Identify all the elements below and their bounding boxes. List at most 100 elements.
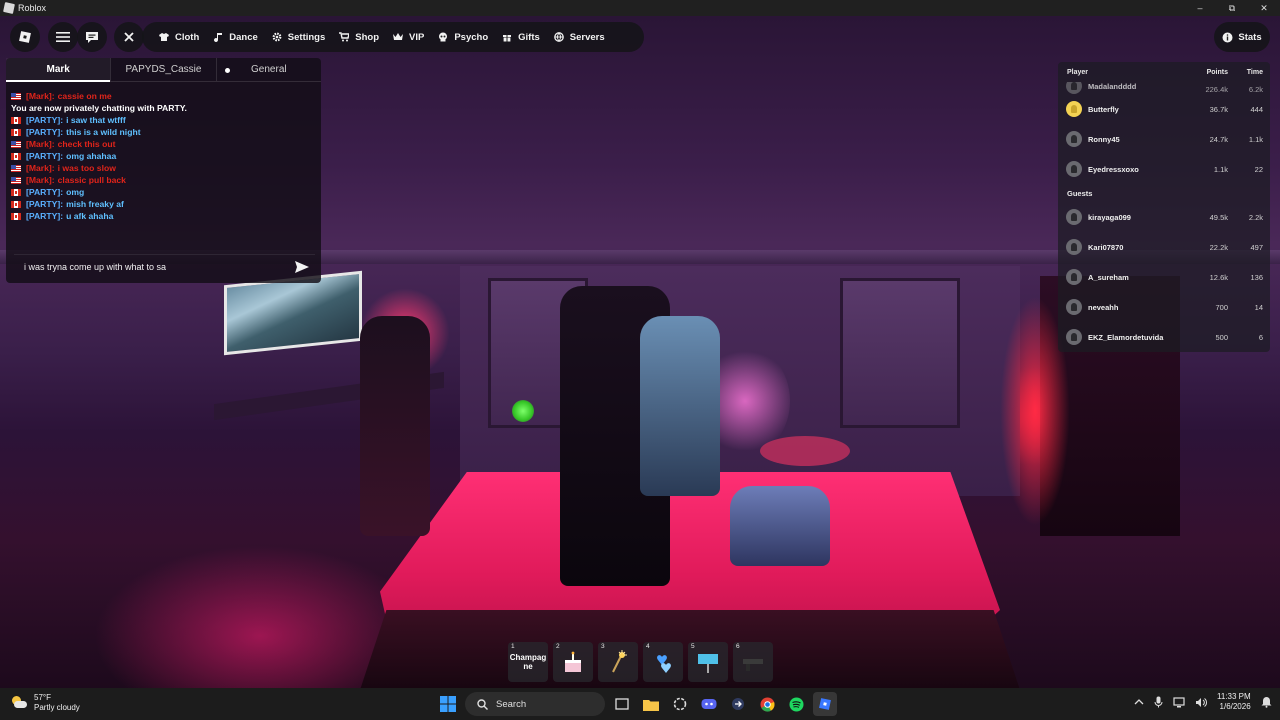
message-text: u afk ahaha: [66, 211, 114, 221]
message-text: cassie on me: [57, 91, 112, 101]
menu-gifts-button[interactable]: Gifts: [495, 22, 547, 52]
hotbar-slot-1[interactable]: 1 Champag ne: [508, 642, 548, 682]
message-sender[interactable]: [PARTY]:: [26, 114, 63, 126]
send-button[interactable]: [293, 258, 311, 276]
chat-input[interactable]: [24, 262, 293, 272]
avatar-character[interactable]: [640, 316, 720, 496]
chat-tab-general[interactable]: General: [215, 58, 321, 81]
taskbar-clock[interactable]: 11:33 PM 1/6/2026: [1217, 692, 1251, 712]
message-sender[interactable]: [PARTY]:: [26, 210, 63, 222]
message-text: i was too slow: [57, 163, 116, 173]
restore-button[interactable]: ⧉: [1216, 0, 1248, 16]
crown-icon: [393, 33, 404, 40]
menu-settings-button[interactable]: Settings: [265, 22, 332, 52]
window-title: Roblox: [18, 3, 47, 13]
roblox-menu-button[interactable]: [10, 22, 40, 52]
chat-tab-papyds-cassie[interactable]: PAPYDS_Cassie: [110, 58, 215, 81]
spotify-button[interactable]: [784, 692, 808, 716]
player-name: A_sureham: [1088, 272, 1129, 282]
info-icon: [1222, 32, 1233, 42]
leaderboard-row[interactable]: EKZ_Elamordetuvida 500 6: [1058, 322, 1270, 352]
leaderboard-row[interactable]: neveahh 700 14: [1058, 292, 1270, 322]
player-points: 1.1k: [1213, 164, 1228, 174]
shirt-icon: [159, 33, 169, 41]
leaderboard-row[interactable]: Butterfly 36.7k 444: [1058, 94, 1270, 124]
leaderboard-row[interactable]: Eyedressxoxo 1.1k 22: [1058, 154, 1270, 184]
task-view-button[interactable]: [610, 692, 634, 716]
system-message: You are now privately chatting with PART…: [11, 102, 321, 114]
chat-message: [PARTY]: omg: [11, 186, 321, 198]
folder-icon: [643, 699, 659, 711]
chat-tab-mark[interactable]: Mark: [6, 58, 111, 82]
chat-toggle-button[interactable]: [77, 22, 107, 52]
app-arrow-button[interactable]: [726, 692, 750, 716]
menu-servers-button[interactable]: Servers: [547, 22, 612, 52]
menu-psycho-button[interactable]: Psycho: [431, 22, 495, 52]
roblox-logo-icon: [819, 698, 831, 710]
message-sender[interactable]: [PARTY]:: [26, 198, 63, 210]
message-sender[interactable]: [PARTY]:: [26, 150, 63, 162]
sparkler-icon: [612, 650, 627, 673]
leaderboard-row[interactable]: A_sureham 12.6k 136: [1058, 262, 1270, 292]
message-sender[interactable]: [PARTY]:: [26, 126, 63, 138]
hotbar-slot-4[interactable]: 4: [643, 642, 683, 682]
menu-shop-button[interactable]: Shop: [332, 22, 386, 52]
menu-dance-button[interactable]: Dance: [206, 22, 265, 52]
chrome-button[interactable]: [755, 692, 779, 716]
partly-cloudy-icon: [10, 696, 28, 710]
avatar: [1066, 299, 1082, 315]
file-explorer-button[interactable]: [639, 692, 663, 716]
hotbar-slot-6[interactable]: 6: [733, 642, 773, 682]
hamburger-button[interactable]: [48, 22, 78, 52]
leaderboard-row[interactable]: Madalandddd 226.4k 6.2k: [1058, 82, 1270, 94]
menu-vip-button[interactable]: VIP: [386, 22, 431, 52]
start-button[interactable]: [436, 692, 460, 716]
stats-button[interactable]: Stats: [1214, 22, 1270, 52]
avatar: [1066, 101, 1082, 117]
hotbar-slot-3[interactable]: 3: [598, 642, 638, 682]
player-time: 2.2k: [1248, 212, 1263, 222]
hotbar-slot-5[interactable]: 5: [688, 642, 728, 682]
chat-message-list[interactable]: [Mark]: cassie on me You are now private…: [6, 82, 321, 246]
discord-button[interactable]: [697, 692, 721, 716]
unread-dot-icon: [224, 68, 230, 73]
weather-widget[interactable]: 57°F Partly cloudy: [10, 693, 80, 713]
notification-bell-icon[interactable]: [1261, 696, 1272, 708]
menu-cloth-button[interactable]: Cloth: [152, 22, 206, 52]
message-sender[interactable]: [PARTY]:: [26, 186, 63, 198]
stats-label: Stats: [1238, 31, 1262, 43]
clock-time: 11:33 PM: [1217, 692, 1251, 701]
message-sender[interactable]: [Mark]:: [26, 162, 55, 174]
leaderboard-row[interactable]: Ronny45 24.7k 1.1k: [1058, 124, 1270, 154]
message-sender[interactable]: [Mark]:: [26, 138, 55, 150]
avatar-character[interactable]: [360, 316, 430, 536]
chatgpt-button[interactable]: [668, 692, 692, 716]
minimize-button[interactable]: –: [1184, 0, 1216, 16]
leaderboard-row[interactable]: Kari07870 22.2k 497: [1058, 232, 1270, 262]
hotbar-slot-2[interactable]: 2: [553, 642, 593, 682]
canada-flag-icon: [11, 128, 21, 136]
close-menu-button[interactable]: [114, 22, 144, 52]
roblox-logo-icon: [3, 2, 15, 14]
message-sender[interactable]: [Mark]:: [26, 90, 55, 102]
chevron-up-icon[interactable]: [1134, 698, 1144, 706]
message-sender[interactable]: [Mark]:: [26, 174, 55, 186]
us-flag-icon: [11, 140, 21, 148]
cart-icon: [339, 32, 350, 42]
roblox-taskbar-button[interactable]: [813, 692, 837, 716]
chat-tab-label: PAPYDS_Cassie: [125, 64, 202, 75]
slot-number: 5: [691, 643, 695, 650]
chat-message: [Mark]: cassie on me: [11, 90, 321, 102]
column-player: Player: [1067, 68, 1089, 76]
microphone-icon[interactable]: [1154, 696, 1163, 708]
network-icon[interactable]: [1173, 696, 1185, 708]
message-text: mish freaky af: [66, 199, 124, 209]
close-window-button[interactable]: ✕: [1248, 0, 1280, 16]
side-table: [760, 436, 850, 466]
green-glow-orb: [512, 400, 534, 422]
speaker-icon[interactable]: [1195, 697, 1207, 708]
avatar-character[interactable]: [730, 486, 830, 566]
leaderboard-row[interactable]: kirayaga099 49.5k 2.2k: [1058, 202, 1270, 232]
system-tray: 11:33 PM 1/6/2026: [1134, 692, 1272, 712]
taskbar-search[interactable]: Search: [465, 692, 605, 716]
